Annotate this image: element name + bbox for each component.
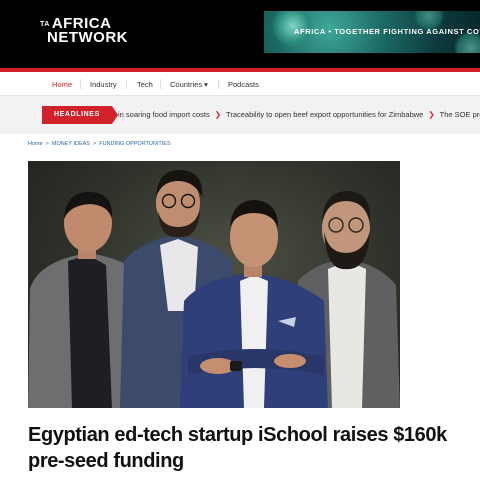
headlines-ticker: in soaring food import costs ❯ Traceabilit… [118,110,480,122]
headline-link[interactable]: The SOE propos [440,110,480,119]
breadcrumb: Home > MONEY IDEAS > FUNDING OPPORTUNITIES [28,141,171,147]
ticker-separator: ❯ [428,110,435,119]
headlines-bar: HEADLINES in soaring food import costs ❯ T… [0,96,480,134]
nav-item-industry[interactable]: Industry [90,80,117,89]
nav-item-countries[interactable]: Countries ▾ [170,80,208,89]
headline-link[interactable]: Traceability to open beef export opportu… [226,110,423,119]
team-photo [28,169,400,408]
logo-mark: TA [40,20,50,28]
banner-text: AFRICA • TOGETHER FIGHTING AGAINST COVID… [294,27,480,36]
breadcrumb-separator: > [45,141,49,147]
site-logo[interactable]: TA AFRICA NETWORK [40,16,128,46]
nav-item-tech[interactable]: Tech [137,80,153,89]
ticker-separator: ❯ [214,110,222,119]
nav-item-podcasts[interactable]: Podcasts [228,80,259,89]
breadcrumb-separator: > [93,141,97,147]
nav-divider [80,79,81,89]
nav-divider [160,79,161,89]
article-title: Egyptian ed-tech startup iSchool raises … [28,424,447,472]
nav-divider [218,79,219,89]
breadcrumb-home[interactable]: Home [28,141,43,147]
nav-item-home[interactable]: Home [52,80,72,89]
breadcrumb-money-ideas[interactable]: MONEY IDEAS [52,141,90,147]
site-header: TA AFRICA NETWORK AFRICA • TOGETHER FIGH… [0,0,480,68]
nav-divider [126,79,127,89]
person-front [180,200,328,408]
headline-link[interactable]: in soaring food import costs [118,110,210,119]
main-nav: Home Industry Tech Countries ▾ Podcasts [0,72,480,96]
article-hero-image [28,161,400,408]
headlines-label: HEADLINES [42,106,118,124]
logo-text-network: NETWORK [47,29,128,46]
covid-banner-ad[interactable]: AFRICA • TOGETHER FIGHTING AGAINST COVID… [264,11,480,53]
breadcrumb-funding-opportunities[interactable]: FUNDING OPPORTUNITIES [99,141,170,147]
